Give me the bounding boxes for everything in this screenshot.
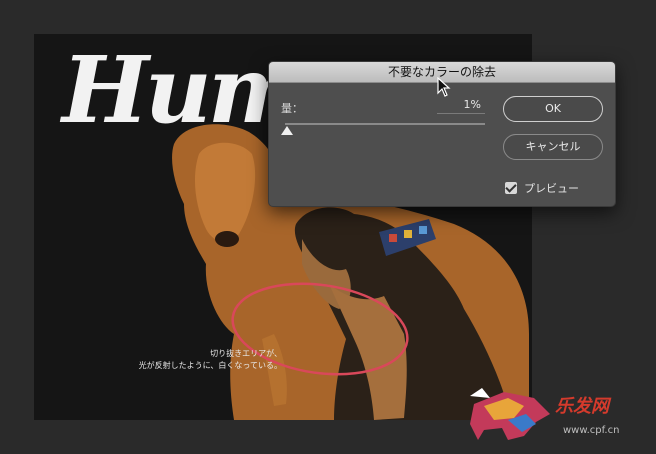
amount-slider-track[interactable] [285, 123, 485, 125]
amount-input[interactable]: 1% [437, 96, 485, 114]
preview-checkbox[interactable] [505, 182, 517, 194]
amount-slider-thumb[interactable] [281, 126, 293, 135]
caption-line-2: 光が反射したように、白くなっている。 [138, 361, 282, 370]
amount-label: 量： [281, 102, 303, 115]
caption-line-1: 切り抜きエリアが、 [210, 349, 282, 358]
ok-button[interactable]: OK [503, 96, 603, 122]
preview-label: プレビュー [524, 182, 579, 195]
watermark-text: 乐发网 [555, 396, 609, 417]
watermark-bull-logo [470, 388, 550, 440]
mouse-cursor-icon [437, 77, 451, 97]
watermark-url: www.cpf.cn [563, 425, 620, 436]
cancel-button[interactable]: キャンセル [503, 134, 603, 160]
caption-text: 切り抜きエリアが、 光が反射したように、白くなっている。 [92, 348, 282, 372]
preview-option[interactable]: プレビュー [505, 180, 579, 196]
